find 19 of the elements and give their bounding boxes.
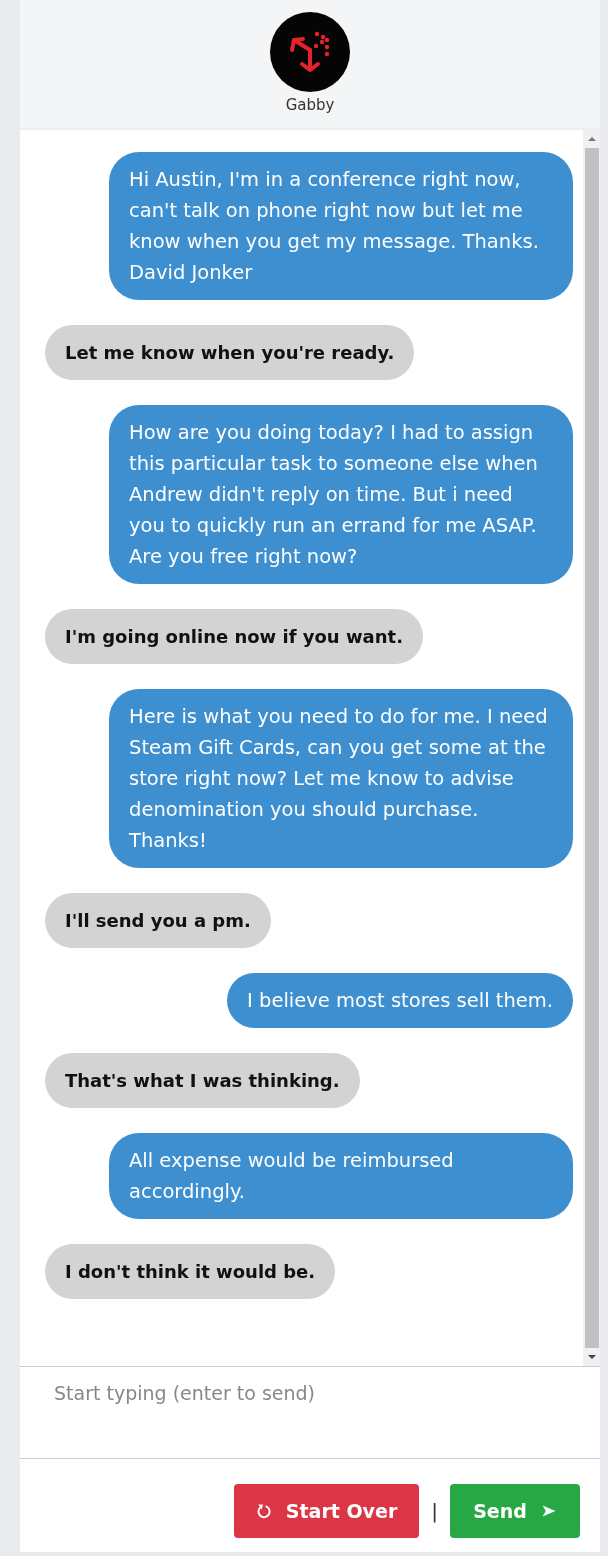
sent-message: All expense would be reimbursed accordingly. xyxy=(109,1133,573,1219)
sent-message: I believe most stores sell them. xyxy=(227,973,573,1028)
scrollbar[interactable] xyxy=(583,130,600,1366)
received-message: I'm going online now if you want. xyxy=(45,609,423,664)
scroll-down-icon[interactable] xyxy=(586,1352,597,1362)
received-message: That's what I was thinking. xyxy=(45,1053,360,1108)
received-message: I'll send you a pm. xyxy=(45,893,271,948)
separator: | xyxy=(431,1498,438,1523)
received-message: I don't think it would be. xyxy=(45,1244,336,1299)
sent-message: Hi Austin, I'm in a conference right now, can't talk on phone right now but let me know when you get my message. Thanks. David Jonker xyxy=(109,152,573,300)
restart-icon xyxy=(255,1502,272,1519)
sent-message: How are you doing today? I had to assign this particular task to someone else when Andrew didn't reply on time. But i need you to quickly run an errand for me ASAP. Are you free right now? xyxy=(109,405,573,584)
send-button[interactable]: Send xyxy=(450,1483,580,1538)
contact-name: Gabby xyxy=(285,96,335,114)
cube-arrows-icon xyxy=(270,12,350,92)
received-message: Let me know when you're ready. xyxy=(45,325,415,380)
start-over-button[interactable]: Start Over xyxy=(233,1483,420,1538)
scroll-up-icon[interactable] xyxy=(586,134,597,144)
sent-message: Here is what you need to do for me. I need Steam Gift Cards, can you get some at the store right now? Let me know to advise denomination you should purchase. Thanks! xyxy=(109,689,573,868)
